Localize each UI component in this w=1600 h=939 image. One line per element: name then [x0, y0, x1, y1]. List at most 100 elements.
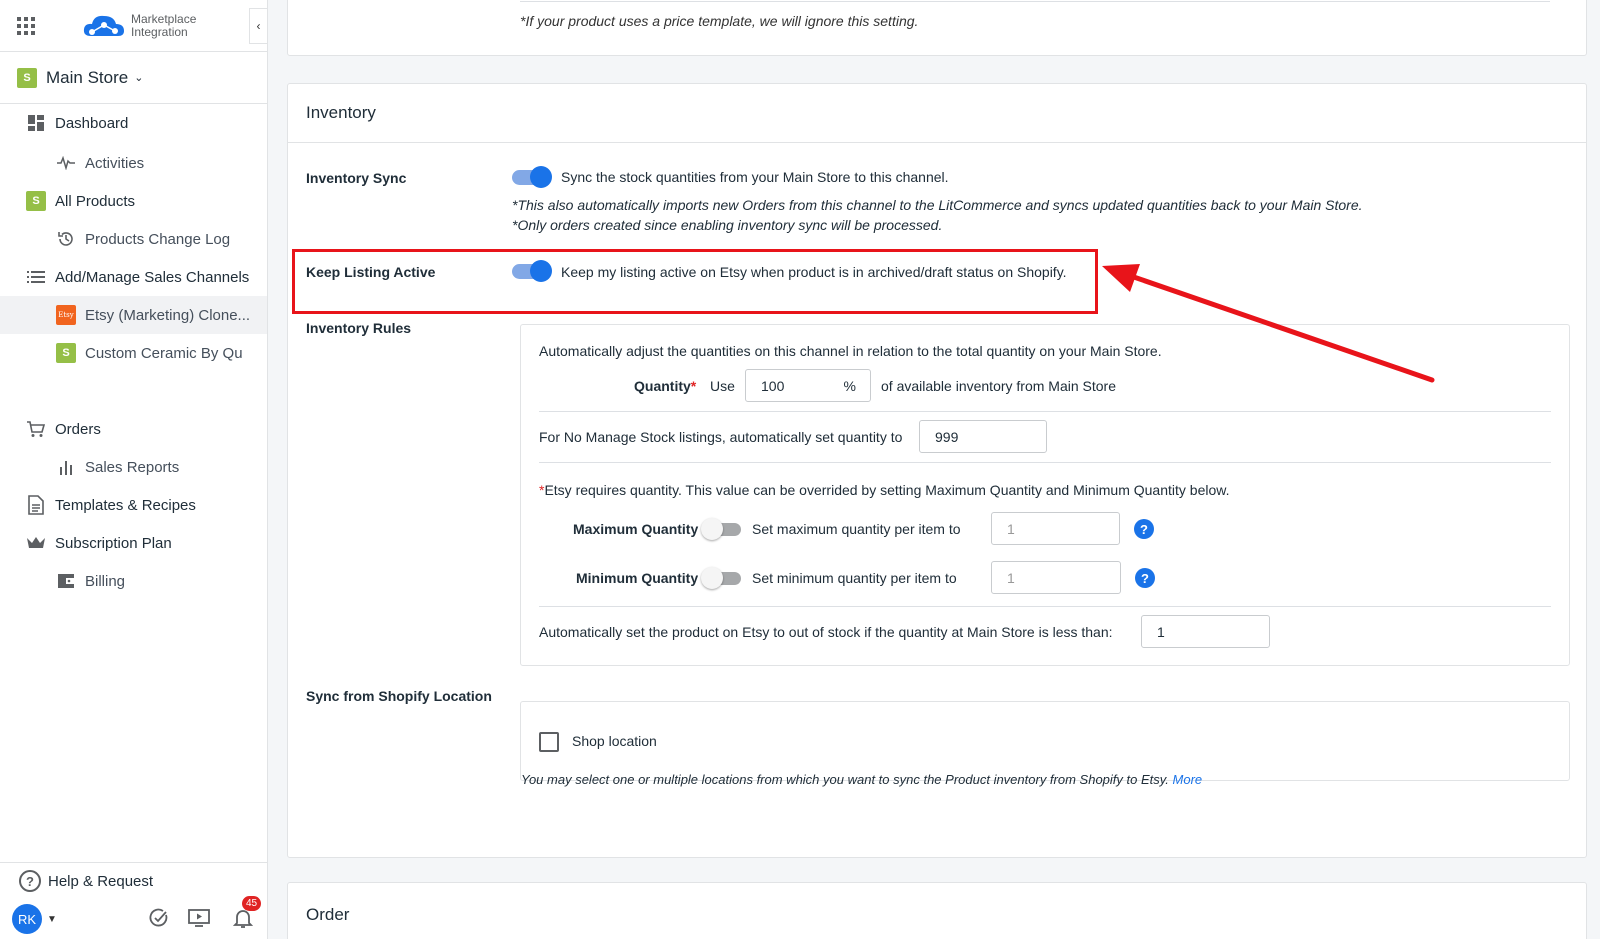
- divider: [539, 606, 1551, 607]
- shopify-icon: S: [26, 191, 46, 211]
- nav-activities[interactable]: Activities: [0, 144, 267, 182]
- nav-products-change-log[interactable]: Products Change Log: [0, 220, 267, 258]
- quantity-label: Quantity*: [634, 378, 697, 394]
- max-quantity-toggle[interactable]: [701, 518, 741, 540]
- inventory-title: Inventory: [306, 103, 376, 122]
- nav-subscription[interactable]: Subscription Plan: [0, 524, 267, 562]
- min-quantity-label: Minimum Quantity: [576, 570, 699, 586]
- cloud-network-icon: [83, 15, 124, 36]
- location-box: Shop location: [520, 701, 1570, 781]
- price-template-note: *If your product uses a price template, …: [520, 13, 919, 29]
- nav-label: Billing: [85, 572, 126, 590]
- store-selector[interactable]: S Main Store ⌄: [0, 52, 267, 104]
- crown-icon: [26, 533, 46, 553]
- out-of-stock-input[interactable]: 1: [1141, 615, 1270, 648]
- sidebar-header: Marketplace Integration ‹: [0, 0, 267, 52]
- max-quantity-help-icon[interactable]: ?: [1134, 519, 1154, 539]
- caret-down-icon[interactable]: ▼: [47, 914, 57, 925]
- chevron-down-icon: ⌄: [134, 72, 144, 84]
- history-icon: [56, 229, 76, 249]
- min-quantity-text: Set minimum quantity per item to: [752, 570, 957, 586]
- divider: [539, 411, 1551, 412]
- list-icon: [26, 267, 46, 287]
- nav-label: Orders: [55, 420, 101, 438]
- nav-label: Etsy (Marketing) Clone...: [85, 306, 251, 324]
- quantity-value: 100: [761, 377, 785, 394]
- price-settings-card: *If your product uses a price template, …: [287, 0, 1587, 56]
- min-quantity-help-icon[interactable]: ?: [1135, 568, 1155, 588]
- sidebar-bottom: ? Help & Request RK ▼ 45: [0, 862, 267, 939]
- nav-dashboard[interactable]: Dashboard: [0, 104, 267, 142]
- nav-all-products[interactable]: S All Products: [0, 182, 267, 220]
- nav-templates[interactable]: Templates & Recipes: [0, 486, 267, 524]
- document-icon: [26, 495, 46, 515]
- check-circle-icon[interactable]: [148, 907, 170, 929]
- nav-label: Sales Reports: [85, 458, 180, 476]
- percent-suffix: %: [843, 377, 856, 394]
- nav-label: Dashboard: [55, 114, 129, 132]
- nav-label: All Products: [55, 192, 136, 210]
- dashboard-icon: [26, 113, 46, 133]
- bar-chart-icon: [56, 457, 76, 477]
- min-quantity-value: 1: [1007, 569, 1015, 586]
- shop-location-checkbox[interactable]: [539, 732, 559, 752]
- avatar[interactable]: RK: [12, 904, 42, 934]
- divider: [288, 142, 1586, 143]
- out-of-stock-value: 1: [1157, 623, 1165, 640]
- annotation-arrow-icon: [1102, 264, 1435, 383]
- no-manage-stock-input[interactable]: 999: [919, 420, 1047, 453]
- etsy-requires-text: *Etsy requires quantity. This value can …: [539, 482, 1230, 498]
- inventory-sync-text: Sync the stock quantities from your Main…: [561, 169, 949, 185]
- divider: [520, 1, 1550, 2]
- activity-icon: [56, 153, 76, 173]
- sidebar: Marketplace Integration ‹ S Main Store ⌄…: [0, 0, 268, 939]
- nav-orders[interactable]: Orders: [0, 410, 267, 448]
- wallet-icon: [56, 571, 76, 591]
- inventory-sync-note-1: *This also automatically imports new Ord…: [512, 197, 1363, 213]
- inventory-sync-toggle[interactable]: [512, 166, 552, 188]
- apps-grid-icon[interactable]: [17, 16, 35, 35]
- min-quantity-input[interactable]: 1: [991, 561, 1121, 594]
- nav-sales-reports[interactable]: Sales Reports: [0, 448, 267, 486]
- quantity-suffix-text: of available inventory from Main Store: [881, 378, 1116, 394]
- inventory-rules-label: Inventory Rules: [306, 320, 412, 336]
- nav-billing[interactable]: Billing: [0, 562, 267, 600]
- nav-label: Custom Ceramic By Qu: [85, 344, 243, 362]
- more-link[interactable]: More: [1173, 772, 1203, 787]
- nav-sales-channels[interactable]: Add/Manage Sales Channels: [0, 258, 267, 296]
- max-quantity-label: Maximum Quantity: [573, 521, 699, 537]
- video-tutorial-icon[interactable]: [188, 907, 210, 929]
- min-quantity-toggle[interactable]: [701, 567, 741, 589]
- logo-line-2: Integration: [131, 24, 188, 39]
- nav-etsy-channel[interactable]: Etsy Etsy (Marketing) Clone...: [0, 296, 267, 334]
- nav-label: Add/Manage Sales Channels: [55, 268, 250, 286]
- collapse-sidebar-button[interactable]: ‹: [249, 8, 267, 44]
- max-quantity-value: 1: [1007, 520, 1015, 537]
- nav-custom-ceramic[interactable]: S Custom Ceramic By Qu: [0, 334, 267, 372]
- help-request-link[interactable]: ? Help & Request: [0, 863, 267, 899]
- shopify-icon: S: [56, 343, 76, 363]
- sidebar-footer: RK ▼ 45: [0, 896, 267, 939]
- highlight-box: [292, 249, 1098, 314]
- rules-intro: Automatically adjust the quantities on t…: [539, 343, 1162, 359]
- bell-icon[interactable]: 45: [232, 896, 262, 929]
- use-label: Use: [710, 378, 735, 394]
- sync-location-label: Sync from Shopify Location: [306, 688, 492, 704]
- nav-label: Products Change Log: [85, 230, 231, 248]
- inventory-card: Inventory Inventory Sync Sync the stock …: [287, 83, 1587, 858]
- help-label: Help & Request: [48, 872, 154, 890]
- nav-label: Activities: [85, 154, 145, 172]
- out-of-stock-text: Automatically set the product on Etsy to…: [539, 624, 1113, 640]
- etsy-icon: Etsy: [56, 305, 76, 325]
- logo[interactable]: Marketplace Integration: [81, 12, 196, 40]
- max-quantity-input[interactable]: 1: [991, 512, 1120, 545]
- shopify-icon: S: [17, 67, 37, 88]
- no-manage-stock-value: 999: [935, 428, 959, 445]
- quantity-percent-input[interactable]: 100 %: [745, 369, 871, 402]
- nav-label: Templates & Recipes: [55, 496, 196, 514]
- inventory-sync-label: Inventory Sync: [306, 170, 407, 186]
- notification-count-badge: 45: [242, 896, 262, 911]
- order-title: Order: [306, 905, 350, 924]
- max-quantity-text: Set maximum quantity per item to: [752, 521, 961, 537]
- inventory-sync-note-2: *Only orders created since enabling inve…: [512, 217, 943, 233]
